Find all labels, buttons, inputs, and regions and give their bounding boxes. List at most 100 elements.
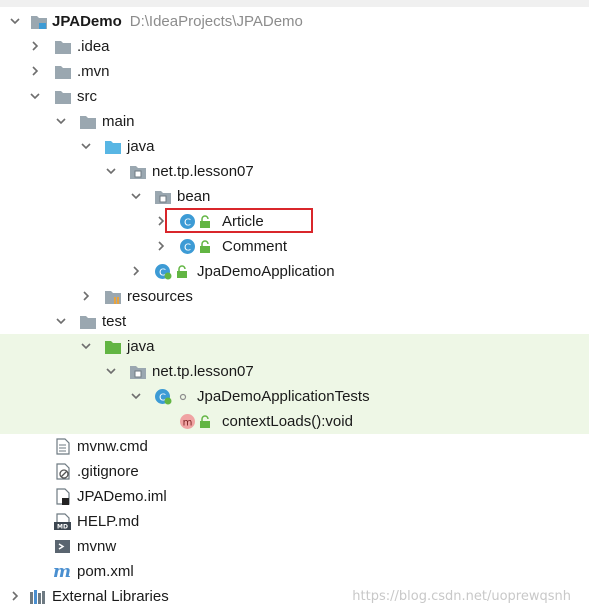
- chevron-down-icon[interactable]: [106, 166, 116, 176]
- chevron-right-icon[interactable]: [81, 291, 91, 301]
- tree-row-test[interactable]: test: [0, 309, 589, 334]
- chevron-down-icon[interactable]: [30, 91, 40, 101]
- tree-label-java: java: [127, 138, 155, 155]
- lock-icon: [199, 213, 211, 230]
- lock-icon: [176, 263, 188, 280]
- svg-text:MD: MD: [57, 524, 68, 531]
- folder-icon: [54, 88, 72, 105]
- tree-label-mvn: .mvn: [77, 63, 110, 80]
- package-icon: [129, 363, 147, 380]
- tree-label-pom: pom.xml: [77, 563, 134, 580]
- project-path: D:\IdeaProjects\JPADemo: [129, 13, 303, 30]
- tree-row-test-package[interactable]: net.tp.lesson07: [0, 359, 589, 384]
- markdown-file-icon: MD: [54, 513, 72, 530]
- chevron-down-icon[interactable]: [131, 391, 141, 401]
- tree-label-mvnw-cmd: mvnw.cmd: [77, 438, 148, 455]
- project-tree: JPADemo D:\IdeaProjects\JPADemo .idea .mv…: [0, 9, 589, 609]
- tree-row-iml[interactable]: JPADemo.iml: [0, 484, 589, 509]
- tree-row-article[interactable]: C Article: [0, 209, 589, 234]
- tree-label-bean: bean: [177, 188, 211, 205]
- top-strip: [0, 0, 589, 7]
- svg-text:m: m: [183, 418, 193, 429]
- tree-row-package[interactable]: net.tp.lesson07: [0, 159, 589, 184]
- lock-icon: [199, 413, 211, 430]
- folder-icon: [54, 38, 72, 55]
- tree-label-help: HELP.md: [77, 513, 140, 530]
- svg-text:C: C: [184, 243, 191, 254]
- tree-row-java[interactable]: java: [0, 134, 589, 159]
- tree-label-test-java: java: [127, 338, 155, 355]
- tree-row-comment[interactable]: C Comment: [0, 234, 589, 259]
- tree-row-idea[interactable]: .idea: [0, 34, 589, 59]
- external-libraries-icon: [29, 588, 47, 605]
- chevron-down-icon[interactable]: [131, 191, 141, 201]
- folder-icon: [79, 313, 97, 330]
- project-name: JPADemo: [52, 13, 122, 30]
- chevron-right-icon[interactable]: [30, 41, 40, 51]
- tree-label-test-class: JpaDemoApplicationTests: [197, 388, 370, 405]
- tree-row-mvnw-cmd[interactable]: mvnw.cmd: [0, 434, 589, 459]
- tree-label-main: main: [102, 113, 135, 130]
- chevron-down-icon[interactable]: [56, 116, 66, 126]
- chevron-right-icon[interactable]: [156, 241, 166, 251]
- tree-label-iml: JPADemo.iml: [77, 488, 167, 505]
- tree-row-test-class[interactable]: C JpaDemoApplicationTests: [0, 384, 589, 409]
- tree-row-gitignore[interactable]: .gitignore: [0, 459, 589, 484]
- lock-icon: [199, 238, 211, 255]
- folder-icon: [54, 63, 72, 80]
- tree-row-pom[interactable]: m pom.xml: [0, 559, 589, 584]
- spring-boot-class-icon: C: [154, 263, 172, 280]
- watermark: https://blog.csdn.net/uoprewqsnh: [352, 589, 571, 604]
- svg-text:C: C: [184, 218, 191, 229]
- tree-label-test: test: [102, 313, 127, 330]
- package-private-icon: [178, 388, 188, 405]
- tree-row-mvn[interactable]: .mvn: [0, 59, 589, 84]
- text-file-icon: [54, 438, 72, 455]
- tree-row-resources[interactable]: resources: [0, 284, 589, 309]
- tree-label-idea: .idea: [77, 38, 110, 55]
- folder-icon: [79, 113, 97, 130]
- tree-label-resources: resources: [127, 288, 193, 305]
- tree-row-help[interactable]: MD HELP.md: [0, 509, 589, 534]
- svg-text:m: m: [53, 563, 71, 580]
- tree-row-src[interactable]: src: [0, 84, 589, 109]
- chevron-down-icon[interactable]: [106, 366, 116, 376]
- tree-label-external-libraries: External Libraries: [52, 588, 169, 605]
- chevron-down-icon[interactable]: [10, 16, 20, 26]
- chevron-right-icon[interactable]: [131, 266, 141, 276]
- tree-label-test-method: contextLoads():void: [222, 413, 353, 430]
- source-folder-icon: [104, 138, 122, 155]
- tree-row-bean[interactable]: bean: [0, 184, 589, 209]
- tree-row-project-root[interactable]: JPADemo D:\IdeaProjects\JPADemo: [0, 9, 589, 34]
- maven-pom-icon: m: [52, 563, 74, 580]
- chevron-right-icon[interactable]: [10, 591, 20, 601]
- package-icon: [129, 163, 147, 180]
- tree-label-article: Article: [222, 213, 264, 230]
- test-source-folder-icon: [104, 338, 122, 355]
- chevron-down-icon[interactable]: [56, 316, 66, 326]
- tree-label-package: net.tp.lesson07: [152, 163, 254, 180]
- class-icon: C: [179, 238, 197, 255]
- tree-label-comment: Comment: [222, 238, 288, 255]
- tree-row-app-class[interactable]: C JpaDemoApplication: [0, 259, 589, 284]
- chevron-right-icon[interactable]: [30, 66, 40, 76]
- tree-label-src: src: [77, 88, 97, 105]
- tree-label-mvnw: mvnw: [77, 538, 117, 555]
- method-icon: m: [179, 413, 197, 430]
- tree-label-test-package: net.tp.lesson07: [152, 363, 254, 380]
- class-icon: C: [179, 213, 197, 230]
- iml-file-icon: [54, 488, 72, 505]
- chevron-down-icon[interactable]: [81, 141, 91, 151]
- shell-script-icon: [54, 538, 72, 555]
- module-folder-icon: [30, 13, 48, 30]
- chevron-right-icon[interactable]: [156, 216, 166, 226]
- tree-row-test-method[interactable]: m contextLoads():void: [0, 409, 589, 434]
- tree-label-app-class: JpaDemoApplication: [197, 263, 335, 280]
- tree-label-gitignore: .gitignore: [77, 463, 139, 480]
- chevron-down-icon[interactable]: [81, 341, 91, 351]
- tree-row-mvnw[interactable]: mvnw: [0, 534, 589, 559]
- resources-folder-icon: [104, 288, 122, 305]
- gitignore-file-icon: [54, 463, 72, 480]
- tree-row-main[interactable]: main: [0, 109, 589, 134]
- tree-row-test-java[interactable]: java: [0, 334, 589, 359]
